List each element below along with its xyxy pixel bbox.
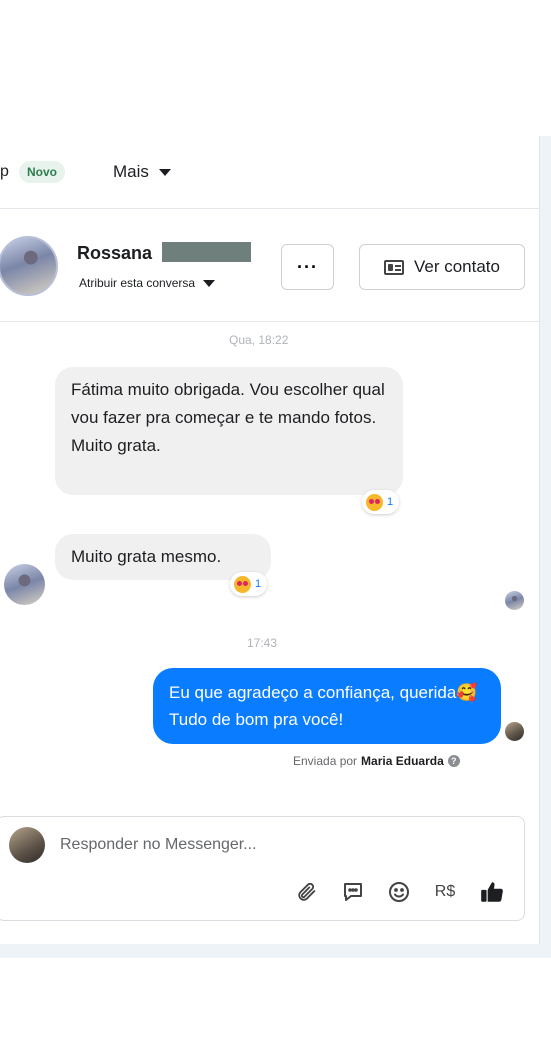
- contact-name[interactable]: Rossana: [77, 243, 152, 264]
- conversation-panel: p Novo Mais Rossana Atribuir esta conver…: [0, 136, 540, 944]
- tab-more[interactable]: Mais: [113, 162, 171, 182]
- new-badge: Novo: [19, 161, 65, 183]
- smiley-icon[interactable]: [386, 879, 412, 905]
- chat-bubble-icon[interactable]: [340, 879, 366, 905]
- message-composer: R$: [0, 816, 525, 921]
- message-reaction[interactable]: 1: [362, 490, 400, 514]
- chevron-down-icon: [203, 279, 216, 287]
- tab-more-label: Mais: [113, 162, 149, 181]
- more-options-button[interactable]: ···: [281, 244, 334, 290]
- sent-by-prefix: Enviada por: [293, 754, 358, 768]
- read-receipt-avatar: [505, 722, 524, 741]
- conversation-header: Rossana Atribuir esta conversa ··· Ver c…: [0, 210, 540, 322]
- assign-label: Atribuir esta conversa: [79, 276, 196, 290]
- currency-button[interactable]: R$: [432, 879, 458, 905]
- heart-eyes-emoji-icon: [366, 493, 383, 511]
- sent-by-name: Maria Eduarda: [361, 754, 444, 768]
- message-reaction[interactable]: 1: [230, 572, 268, 596]
- assign-conversation-dropdown[interactable]: Atribuir esta conversa: [79, 276, 216, 290]
- chevron-down-icon: [158, 168, 171, 176]
- reaction-count: 1: [255, 578, 262, 590]
- reaction-count: 1: [387, 496, 394, 508]
- incoming-message[interactable]: Fátima muito obrigada. Vou escolher qual…: [55, 367, 403, 495]
- message-text: Fátima muito obrigada. Vou escolher qual…: [71, 380, 385, 455]
- view-contact-label: Ver contato: [413, 257, 500, 276]
- message-text: Muito grata mesmo.: [71, 547, 222, 566]
- tab-partial-label[interactable]: p: [0, 163, 9, 181]
- contact-avatar[interactable]: [0, 236, 58, 296]
- outgoing-message[interactable]: Eu que agradeço a confiança, querida🥰Tud…: [153, 668, 501, 744]
- user-avatar: [9, 827, 45, 863]
- thumbs-up-icon[interactable]: [479, 879, 505, 905]
- paperclip-icon[interactable]: [294, 879, 320, 905]
- contact-card-icon: [383, 259, 404, 275]
- message-text: Eu que agradeço a confiança, querida🥰Tud…: [169, 683, 478, 729]
- tab-bar: p Novo Mais: [0, 136, 540, 209]
- redacted-surname: [162, 242, 251, 262]
- timestamp: 17:43: [247, 636, 278, 650]
- reply-input[interactable]: [60, 836, 490, 854]
- contact-avatar-small: [4, 564, 45, 605]
- heart-eyes-emoji-icon: [234, 575, 251, 593]
- read-receipt-avatar: [505, 591, 524, 610]
- timestamp: Qua, 18:22: [229, 333, 289, 347]
- info-icon[interactable]: ?: [447, 755, 460, 767]
- sent-by-info: Enviada por Maria Eduarda ?: [293, 754, 460, 768]
- view-contact-button[interactable]: Ver contato: [359, 244, 525, 290]
